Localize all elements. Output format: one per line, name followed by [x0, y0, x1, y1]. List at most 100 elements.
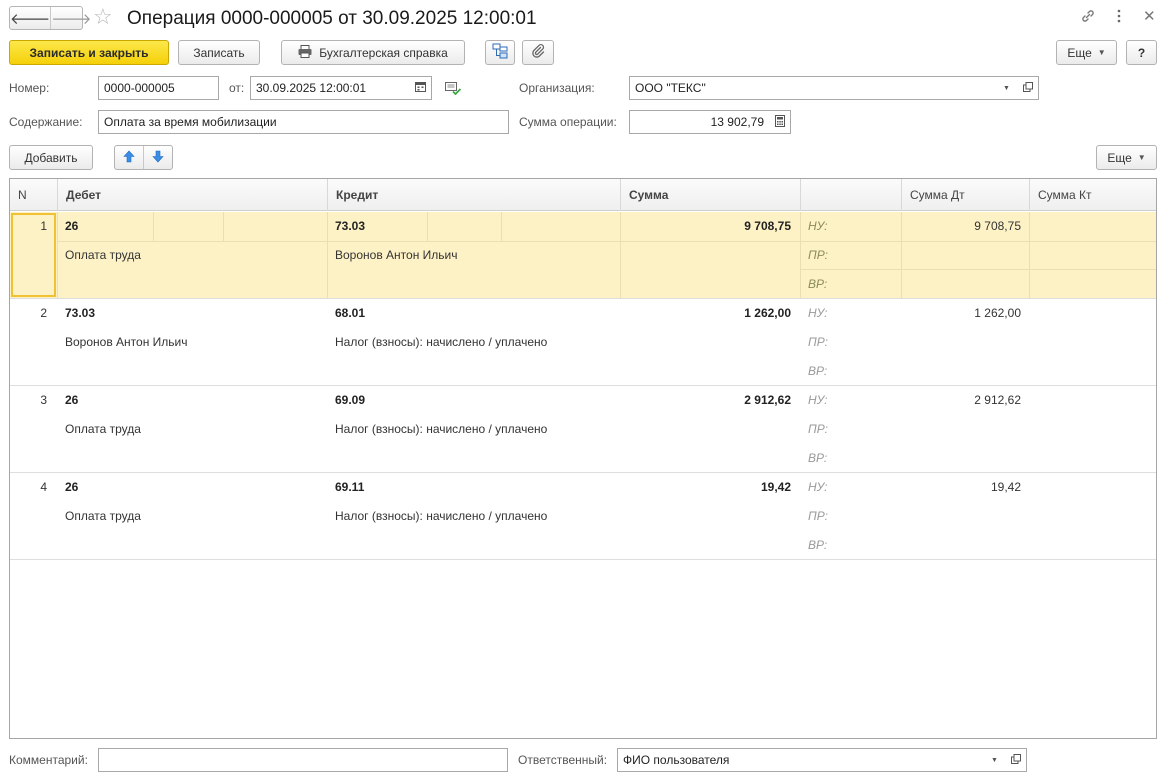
table-row[interactable]: 2 73.03 Воронов Антон Ильич 68.01 Налог …	[10, 299, 1156, 386]
back-button[interactable]: 🡐	[10, 7, 50, 29]
header-credit[interactable]: Кредит	[327, 179, 620, 211]
operation-sum-input[interactable]: 13 902,79	[629, 110, 770, 134]
table-row[interactable]: 4 26 Оплата труда 69.11 Налог (взносы): …	[10, 473, 1156, 560]
organization-input[interactable]: ООО "ТЕКС"	[629, 76, 997, 100]
organization-label: Организация:	[519, 81, 595, 95]
calendar-button[interactable]	[410, 76, 432, 100]
responsible-dropdown-button[interactable]: ▼	[984, 748, 1006, 772]
operation-sum-label: Сумма операции:	[519, 115, 617, 129]
tax-nu-label: НУ:	[808, 480, 828, 494]
debit-account[interactable]: 26	[65, 479, 78, 495]
table-row[interactable]: 1 26 Оплата труда 73.03 Воронов Антон Ил…	[10, 212, 1156, 299]
accounting-report-button[interactable]: Бухгалтерская справка	[281, 40, 465, 65]
link-icon[interactable]	[1080, 8, 1096, 29]
debit-account[interactable]: 26	[65, 392, 78, 408]
row-number: 1	[40, 219, 47, 233]
debit-subconto[interactable]: Оплата труда	[65, 247, 141, 263]
row-number: 3	[40, 393, 47, 407]
row-sum[interactable]: 1 262,00	[620, 305, 791, 321]
save-button[interactable]: Записать	[178, 40, 260, 65]
row-sum-dt[interactable]: 9 708,75	[901, 218, 1021, 234]
help-button[interactable]: ?	[1126, 40, 1157, 65]
navigation-buttons: 🡐 🡒	[9, 6, 91, 30]
tax-nu-label: НУ:	[808, 219, 828, 233]
page-title: Операция 0000-000005 от 30.09.2025 12:00…	[127, 8, 537, 29]
credit-account[interactable]: 68.01	[335, 305, 365, 321]
header-sum[interactable]: Сумма	[620, 179, 800, 211]
tax-nu-label: НУ:	[808, 306, 828, 320]
arrow-down-icon	[152, 150, 164, 166]
arrow-left-icon: 🡐	[10, 10, 51, 28]
debit-subconto[interactable]: Воронов Антон Ильич	[65, 334, 188, 350]
credit-account[interactable]: 73.03	[335, 218, 365, 234]
debit-account[interactable]: 73.03	[65, 305, 95, 321]
credit-account[interactable]: 69.09	[335, 392, 365, 408]
attach-file-button[interactable]	[522, 40, 554, 65]
table-header: N Дебет Кредит Сумма Сумма Дт Сумма Кт	[10, 179, 1156, 211]
structure-icon	[492, 43, 508, 62]
credit-subconto[interactable]: Налог (взносы): начислено / уплачено	[335, 334, 547, 350]
forward-button[interactable]: 🡒	[50, 7, 91, 29]
comment-label: Комментарий:	[9, 753, 88, 767]
credit-subconto[interactable]: Воронов Антон Ильич	[335, 247, 458, 263]
close-icon[interactable]: ✕	[1143, 8, 1156, 26]
responsible-input[interactable]: ФИО пользователя	[617, 748, 985, 772]
document-status-icon[interactable]	[445, 81, 462, 98]
tax-vr-label: ВР:	[808, 364, 828, 378]
kebab-menu-icon[interactable]	[1115, 8, 1123, 29]
header-sum-dt[interactable]: Сумма Дт	[901, 179, 1029, 211]
calculator-icon	[774, 114, 785, 130]
arrow-up-icon	[123, 150, 135, 166]
credit-account[interactable]: 69.11	[335, 479, 364, 495]
arrow-right-icon: 🡒	[51, 10, 92, 28]
comment-input[interactable]	[98, 748, 508, 772]
row-sum[interactable]: 9 708,75	[620, 218, 791, 234]
header-debit[interactable]: Дебет	[57, 179, 327, 211]
row-sum[interactable]: 2 912,62	[620, 392, 791, 408]
open-window-icon	[1022, 81, 1033, 95]
chevron-down-icon: ▼	[1003, 84, 1010, 92]
row-sum[interactable]: 19,42	[620, 479, 791, 495]
responsible-open-button[interactable]	[1005, 748, 1027, 772]
row-sum-dt[interactable]: 19,42	[901, 479, 1021, 495]
organization-open-button[interactable]	[1017, 76, 1039, 100]
chevron-down-icon: ▼	[1137, 153, 1146, 162]
more-button[interactable]: Еще ▼	[1056, 40, 1117, 65]
header-sum-kt[interactable]: Сумма Кт	[1029, 179, 1156, 211]
calculator-button[interactable]	[769, 110, 791, 134]
debit-subconto[interactable]: Оплата труда	[65, 508, 141, 524]
save-and-close-button[interactable]: Записать и закрыть	[9, 40, 169, 65]
row-number: 4	[40, 480, 47, 494]
credit-subconto[interactable]: Налог (взносы): начислено / уплачено	[335, 508, 547, 524]
row-sum-dt[interactable]: 2 912,62	[901, 392, 1021, 408]
number-input[interactable]: 0000-000005	[98, 76, 219, 100]
tax-pr-label: ПР:	[808, 248, 828, 262]
open-window-icon	[1010, 753, 1021, 767]
content-input[interactable]: Оплата за время мобилизации	[98, 110, 509, 134]
calendar-icon	[415, 81, 426, 95]
tax-vr-label: ВР:	[808, 538, 828, 552]
table-row[interactable]: 3 26 Оплата труда 69.09 Налог (взносы): …	[10, 386, 1156, 473]
move-buttons	[114, 145, 173, 170]
header-n[interactable]: N	[10, 179, 57, 211]
accounting-report-label: Бухгалтерская справка	[319, 45, 448, 60]
credit-subconto[interactable]: Налог (взносы): начислено / уплачено	[335, 421, 547, 437]
table-more-button[interactable]: Еще ▼	[1096, 145, 1157, 170]
header-tax-type[interactable]	[800, 179, 901, 211]
debit-account[interactable]: 26	[65, 218, 78, 234]
tax-pr-label: ПР:	[808, 335, 828, 349]
move-up-button[interactable]	[115, 146, 143, 169]
row-sum-dt[interactable]: 1 262,00	[901, 305, 1021, 321]
debit-subconto[interactable]: Оплата труда	[65, 421, 141, 437]
structure-button[interactable]	[485, 40, 515, 65]
tax-vr-label: ВР:	[808, 451, 828, 465]
tax-nu-label: НУ:	[808, 393, 828, 407]
star-icon[interactable]: ☆	[93, 4, 113, 30]
add-row-button[interactable]: Добавить	[9, 145, 93, 170]
paperclip-icon	[531, 43, 545, 62]
entries-table: N Дебет Кредит Сумма Сумма Дт Сумма Кт 1…	[9, 178, 1157, 739]
organization-dropdown-button[interactable]: ▼	[996, 76, 1018, 100]
more-label: Еще	[1067, 45, 1092, 60]
date-input[interactable]: 30.09.2025 12:00:01	[250, 76, 411, 100]
move-down-button[interactable]	[143, 146, 172, 169]
